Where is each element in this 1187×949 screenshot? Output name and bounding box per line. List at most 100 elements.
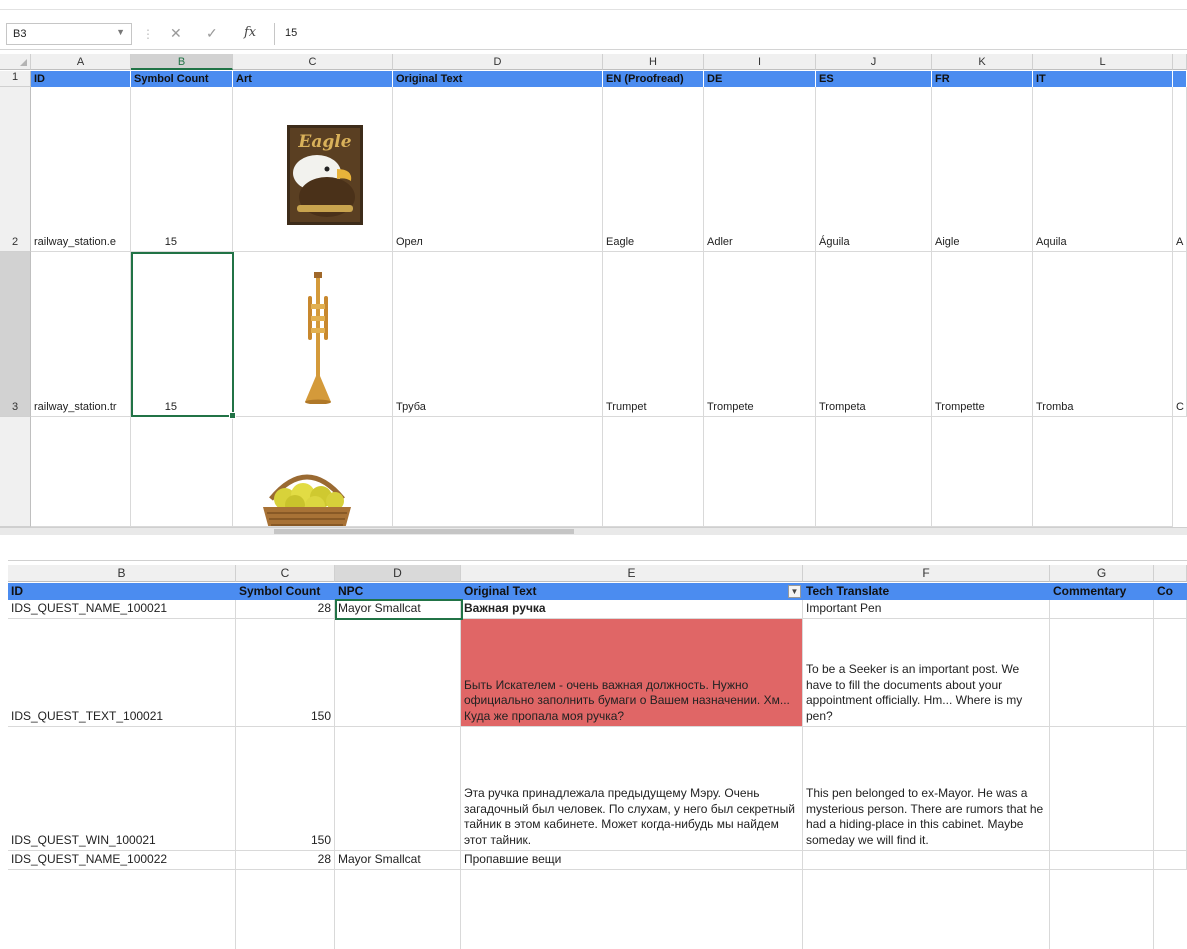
cell-original-2[interactable]: Быть Искателем - очень важная должность.… bbox=[461, 619, 803, 727]
cell-commentary-1[interactable] bbox=[1050, 600, 1154, 619]
cell-commentary-4[interactable] bbox=[1050, 851, 1154, 870]
cell-a4[interactable] bbox=[31, 417, 131, 527]
cell-npc-3[interactable] bbox=[335, 727, 461, 851]
cell-partial-4[interactable] bbox=[1154, 851, 1187, 870]
cell-original-5[interactable] bbox=[461, 870, 803, 949]
header-symbol-count[interactable]: Symbol Count bbox=[236, 583, 335, 600]
cell-d2[interactable]: Орел bbox=[393, 87, 603, 252]
cell-id-4[interactable]: IDS_QUEST_NAME_100022 bbox=[8, 851, 236, 870]
header-de[interactable]: DE bbox=[704, 71, 816, 87]
cell-partial-3[interactable] bbox=[1154, 727, 1187, 851]
cell-translate-3[interactable]: This pen belonged to ex-Mayor. He was a … bbox=[803, 727, 1050, 851]
cell-original-3[interactable]: Эта ручка принадлежала предыдущему Мэру.… bbox=[461, 727, 803, 851]
cell-i2[interactable]: Adler bbox=[704, 87, 816, 252]
cell-c2[interactable]: Eagle bbox=[233, 87, 393, 252]
cell-a2[interactable]: railway_station.e bbox=[31, 87, 131, 252]
select-all-corner[interactable] bbox=[0, 54, 31, 70]
header-es[interactable]: ES bbox=[816, 71, 932, 87]
cell-original-4[interactable]: Пропавшие вещи bbox=[461, 851, 803, 870]
cell-commentary-2[interactable] bbox=[1050, 619, 1154, 727]
header-original-text[interactable]: Original Text ▼ bbox=[461, 583, 803, 600]
cell-translate-1[interactable]: Important Pen bbox=[803, 600, 1050, 619]
cell-id-2[interactable]: IDS_QUEST_TEXT_100021 bbox=[8, 619, 236, 727]
cell-partial-3[interactable]: C bbox=[1173, 252, 1187, 417]
cell-h2[interactable]: Eagle bbox=[603, 87, 704, 252]
column-header-k[interactable]: K bbox=[932, 54, 1033, 70]
cell-count-5[interactable] bbox=[236, 870, 335, 949]
cell-npc-5[interactable] bbox=[335, 870, 461, 949]
cell-h4[interactable] bbox=[603, 417, 704, 527]
cell-i4[interactable] bbox=[704, 417, 816, 527]
horizontal-scrollbar[interactable] bbox=[0, 527, 1187, 535]
row-header-3[interactable]: 3 bbox=[0, 252, 31, 417]
name-box[interactable]: B3 ▼ bbox=[6, 23, 132, 45]
cell-partial-2[interactable]: A bbox=[1173, 87, 1187, 252]
row-header-2[interactable]: 2 bbox=[0, 87, 31, 252]
trumpet-image[interactable] bbox=[303, 272, 333, 404]
cell-j2[interactable]: Águila bbox=[816, 87, 932, 252]
cell-count-3[interactable]: 150 bbox=[236, 727, 335, 851]
cell-id-3[interactable]: IDS_QUEST_WIN_100021 bbox=[8, 727, 236, 851]
header-partial[interactable]: Co bbox=[1154, 583, 1187, 600]
cell-commentary-5[interactable] bbox=[1050, 870, 1154, 949]
row-header-4[interactable] bbox=[0, 417, 31, 527]
insert-function-icon[interactable]: fx bbox=[244, 25, 256, 40]
cell-id-5[interactable] bbox=[8, 870, 236, 949]
header-id[interactable]: ID bbox=[31, 71, 131, 87]
cell-b2[interactable]: 15 bbox=[131, 87, 233, 252]
column-header-e[interactable]: E bbox=[461, 565, 803, 582]
cancel-icon[interactable]: ✕ bbox=[170, 25, 182, 42]
cell-a3[interactable]: railway_station.tr bbox=[31, 252, 131, 417]
column-header-i[interactable]: I bbox=[704, 54, 816, 70]
cell-original-1[interactable]: Важная ручка bbox=[461, 600, 803, 619]
cell-l3[interactable]: Tromba bbox=[1033, 252, 1173, 417]
header-fr[interactable]: FR bbox=[932, 71, 1033, 87]
filter-dropdown-icon[interactable]: ▼ bbox=[788, 585, 801, 598]
cell-count-4[interactable]: 28 bbox=[236, 851, 335, 870]
column-header-j[interactable]: J bbox=[816, 54, 932, 70]
formula-input[interactable]: 15 bbox=[274, 23, 1187, 45]
header-en[interactable]: EN (Proofread) bbox=[603, 71, 704, 87]
cell-partial-1[interactable] bbox=[1154, 600, 1187, 619]
cell-translate-5[interactable] bbox=[803, 870, 1050, 949]
cell-npc-4[interactable]: Mayor Smallcat bbox=[335, 851, 461, 870]
column-header-l[interactable]: L bbox=[1033, 54, 1173, 70]
cell-j4[interactable] bbox=[816, 417, 932, 527]
row-header-1[interactable]: 1 bbox=[0, 71, 31, 87]
header-commentary[interactable]: Commentary bbox=[1050, 583, 1154, 600]
cell-commentary-3[interactable] bbox=[1050, 727, 1154, 851]
cell-k3[interactable]: Trompette bbox=[932, 252, 1033, 417]
column-header-f[interactable]: F bbox=[803, 565, 1050, 582]
cell-k4[interactable] bbox=[932, 417, 1033, 527]
cell-id-1[interactable]: IDS_QUEST_NAME_100021 bbox=[8, 600, 236, 619]
chevron-down-icon[interactable]: ▼ bbox=[116, 27, 125, 37]
column-header-b[interactable]: B bbox=[8, 565, 236, 582]
cell-l2[interactable]: Aquila bbox=[1033, 87, 1173, 252]
cell-partial-2[interactable] bbox=[1154, 619, 1187, 727]
cell-l4[interactable] bbox=[1033, 417, 1173, 527]
cell-k2[interactable]: Aigle bbox=[932, 87, 1033, 252]
column-header-h[interactable]: H bbox=[603, 54, 704, 70]
eagle-image[interactable]: Eagle bbox=[287, 125, 363, 225]
cell-count-2[interactable]: 150 bbox=[236, 619, 335, 727]
header-original-text[interactable]: Original Text bbox=[393, 71, 603, 87]
header-art[interactable]: Art bbox=[233, 71, 393, 87]
column-header-partial[interactable] bbox=[1154, 565, 1187, 582]
cell-i3[interactable]: Trompete bbox=[704, 252, 816, 417]
column-header-b[interactable]: B bbox=[131, 54, 233, 70]
column-header-a[interactable]: A bbox=[31, 54, 131, 70]
cell-d4[interactable] bbox=[393, 417, 603, 527]
column-header-c[interactable]: C bbox=[236, 565, 335, 582]
column-header-g[interactable]: G bbox=[1050, 565, 1154, 582]
column-header-partial[interactable] bbox=[1173, 54, 1187, 70]
cell-b4[interactable] bbox=[131, 417, 233, 527]
cell-j3[interactable]: Trompeta bbox=[816, 252, 932, 417]
cell-translate-4[interactable] bbox=[803, 851, 1050, 870]
confirm-icon[interactable]: ✓ bbox=[206, 25, 218, 42]
cell-npc-2[interactable] bbox=[335, 619, 461, 727]
header-tech-translate[interactable]: Tech Translate bbox=[803, 583, 1050, 600]
header-npc[interactable]: NPC bbox=[335, 583, 461, 600]
header-symbol-count[interactable]: Symbol Count bbox=[131, 71, 233, 87]
cell-c4[interactable] bbox=[233, 417, 393, 527]
scrollbar-thumb[interactable] bbox=[274, 529, 574, 534]
